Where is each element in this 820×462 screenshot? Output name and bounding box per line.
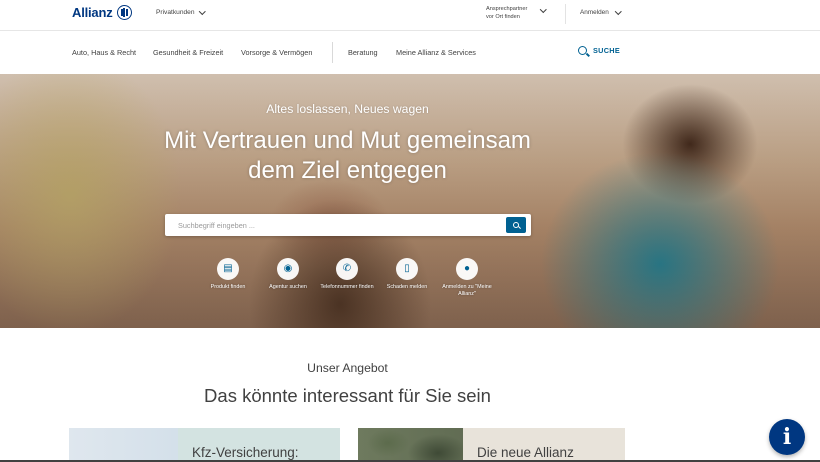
phone-icon: ✆ [336, 258, 358, 280]
hero-banner: Altes loslassen, Neues wagen Mit Vertrau… [0, 74, 820, 328]
search-button[interactable]: SUCHE [578, 46, 620, 55]
offer-card-kfz[interactable]: Kfz-Versicherung: [69, 428, 340, 462]
offer-card-neue-allianz[interactable]: Die neue Allianz [358, 428, 625, 462]
divider [565, 4, 566, 24]
contact-finder-link[interactable]: Ansprechpartner vor Ort finden [486, 5, 527, 21]
hero-title: Mit Vertrauen und Mut gemeinsam dem Ziel… [0, 126, 695, 186]
document-icon: ▤ [217, 258, 239, 280]
user-icon: ● [456, 258, 478, 280]
offer-card-text-panel: Kfz-Versicherung: [178, 428, 340, 462]
offer-card-title: Die neue Allianz [477, 445, 574, 460]
nav-item-auto-haus-recht[interactable]: Auto, Haus & Recht [72, 48, 136, 57]
quicklink-label: Produkt finden [210, 284, 246, 290]
quicklink-agentur-suchen[interactable]: ◉ Agentur suchen [258, 258, 318, 291]
location-pin-icon: ◉ [277, 258, 299, 280]
hero-subtitle: Altes loslassen, Neues wagen [266, 102, 429, 116]
offer-card-title: Kfz-Versicherung: [192, 445, 299, 460]
nav-item-meine-allianz-services[interactable]: Meine Allianz & Services [396, 48, 476, 57]
mobile-icon: ▯ [396, 258, 418, 280]
hero-title-line2: dem Ziel entgegen [248, 157, 447, 184]
search-icon [513, 222, 519, 228]
segment-dropdown[interactable]: Privatkunden [156, 7, 205, 16]
chevron-down-icon [198, 7, 205, 15]
nav-item-gesundheit-freizeit[interactable]: Gesundheit & Freizeit [153, 48, 223, 57]
quicklink-label: Telefonnummer finden [320, 284, 374, 290]
quicklink-label: Schaden melden [386, 284, 428, 290]
hero-search-box [165, 214, 531, 236]
segment-label: Privatkunden [156, 9, 195, 16]
nav-item-beratung[interactable]: Beratung [348, 48, 378, 57]
hero-search-input[interactable] [165, 214, 495, 236]
nav-item-vorsorge-vermoegen[interactable]: Vorsorge & Vermögen [241, 48, 312, 57]
quicklink-meine-allianz-login[interactable]: ● Anmelden zu "Meine Allianz" [437, 258, 497, 298]
chevron-down-icon [614, 7, 622, 15]
hero-search-button[interactable] [506, 217, 526, 233]
offer-card-text-panel: Die neue Allianz [463, 428, 625, 462]
allianz-logo[interactable]: Allianz [72, 5, 132, 20]
login-label: Anmelden [580, 9, 609, 16]
search-icon [578, 46, 587, 55]
search-label: SUCHE [593, 46, 621, 55]
quicklink-label: Anmelden zu "Meine Allianz" [442, 284, 492, 297]
hero-title-line1: Mit Vertrauen und Mut gemeinsam [164, 127, 531, 154]
logo-text: Allianz [72, 5, 113, 20]
contact-line2: vor Ort finden [486, 14, 520, 20]
quicklink-label: Agentur suchen [269, 284, 307, 290]
offer-title: Das könnte interessant für Sie sein [204, 385, 491, 406]
top-bar: Allianz Privatkunden Ansprechpartner vor… [0, 0, 820, 31]
chevron-down-icon[interactable] [540, 6, 547, 13]
main-navigation: Auto, Haus & Recht Gesundheit & Freizeit… [0, 31, 820, 74]
info-button[interactable]: i [769, 419, 805, 455]
login-dropdown[interactable]: Anmelden [580, 7, 622, 16]
nav-divider [332, 42, 333, 63]
offer-subtitle: Unser Angebot [307, 361, 388, 375]
quicklink-produkt-finden[interactable]: ▤ Produkt finden [198, 258, 258, 291]
allianz-eagle-icon [116, 5, 132, 20]
contact-line1: Ansprechpartner [486, 6, 528, 12]
quicklink-schaden-melden[interactable]: ▯ Schaden melden [377, 258, 437, 291]
quicklink-telefonnummer-finden[interactable]: ✆ Telefonnummer finden [317, 258, 377, 291]
